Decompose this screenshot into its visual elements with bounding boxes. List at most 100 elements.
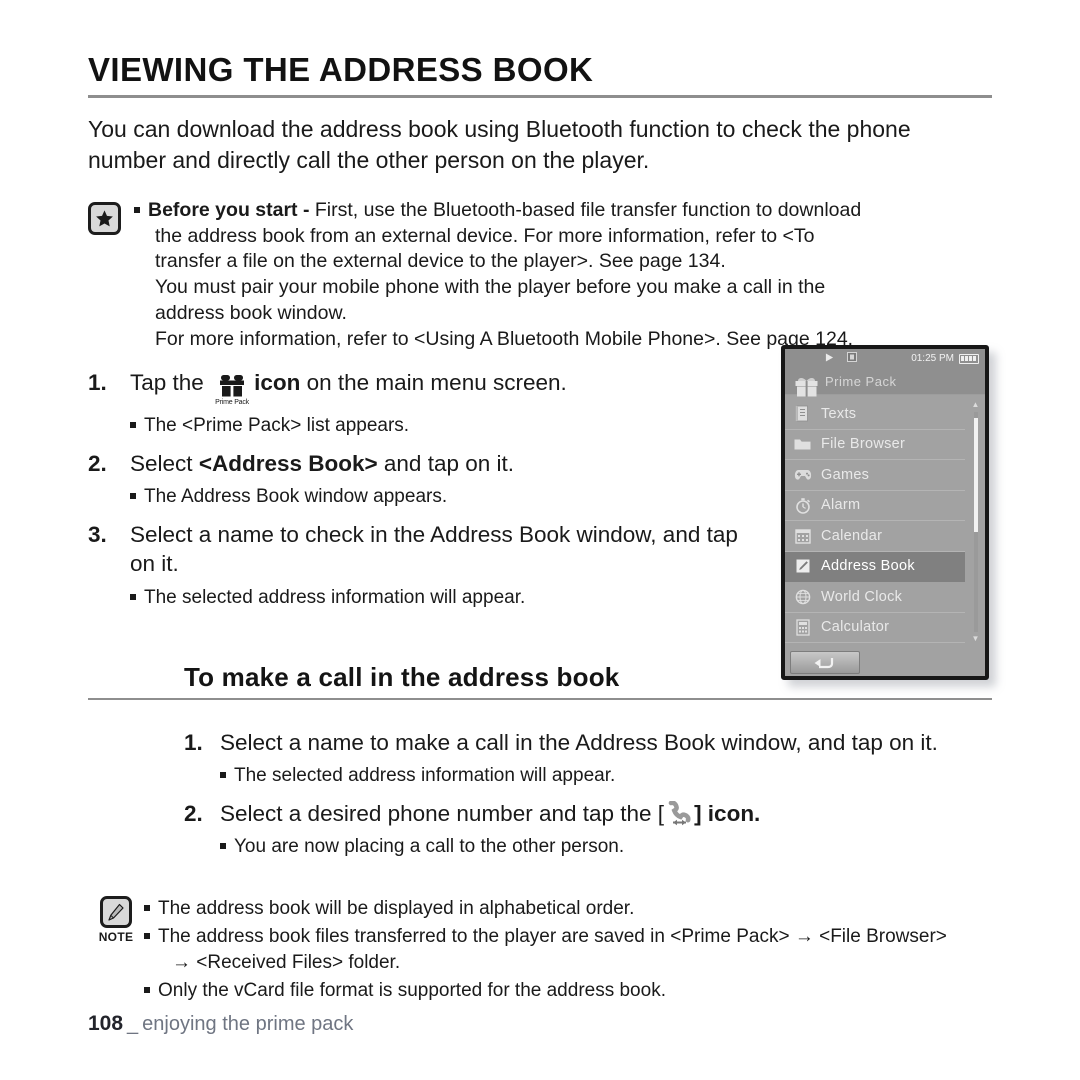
menu-item-games[interactable]: Games — [785, 460, 965, 491]
step-3-sub: The selected address information will ap… — [130, 586, 748, 611]
callout-text: Before you start - First, use the Blueto… — [134, 198, 992, 352]
note-line-1-text: The address book will be displayed in al… — [158, 898, 635, 919]
bullet-square — [144, 933, 150, 940]
menu-item-file-browser[interactable]: File Browser — [785, 430, 965, 460]
play-icon — [825, 352, 834, 365]
section2-step-2: 2. Select a desired phone number and tap… — [184, 799, 996, 828]
section2-divider — [88, 698, 992, 700]
menu-item-calculator[interactable]: Calculator — [785, 613, 965, 643]
scrollbar-track[interactable] — [973, 412, 978, 632]
menu-item-calendar[interactable]: Calendar — [785, 521, 965, 552]
callout-line-5: address book window. — [155, 301, 347, 324]
phone-call-icon — [664, 800, 694, 827]
section2-step-2-number: 2. — [184, 800, 203, 826]
caret-up-icon[interactable]: ▲ — [972, 401, 980, 409]
device-scrollbar[interactable]: ▲ ▼ — [971, 401, 980, 643]
step-2-text: Select <Address Book> and tap on it. — [130, 449, 748, 478]
manual-page: VIEWING THE ADDRESS BOOK You can downloa… — [0, 0, 1080, 1080]
step-3: 3. Select a name to check in the Address… — [88, 520, 748, 579]
caret-down-icon[interactable]: ▼ — [972, 635, 980, 643]
step-1-text-tail: on the main menu screen. — [306, 370, 567, 396]
note-pencil-icon — [100, 896, 132, 928]
section2-steps: 1. Select a name to make a call in the A… — [184, 718, 996, 860]
menu-item-texts[interactable]: Texts — [785, 399, 965, 430]
note-line-2: The address book files transferred to th… — [144, 924, 994, 975]
footer-separator: _ — [127, 1013, 139, 1035]
folder-icon — [793, 435, 812, 454]
addressbook-icon — [793, 557, 812, 576]
note-block: NOTE The address book will be displayed … — [88, 896, 994, 1006]
step-2-sub-text: The Address Book window appears. — [144, 486, 448, 508]
section2-step-1-text: Select a name to make a call in the Addr… — [220, 730, 938, 755]
footer-section-name: enjoying the prime pack — [142, 1013, 354, 1035]
step-2-sub: The Address Book window appears. — [130, 485, 748, 510]
section2-step-2-sub: You are now placing a call to the other … — [220, 835, 996, 860]
note-line-2-continuation: → <Received Files> folder. — [172, 951, 401, 973]
calculator-icon — [793, 618, 812, 637]
bullet-square — [130, 593, 136, 600]
menu-item-label: Address Book — [821, 558, 915, 575]
document-icon — [793, 404, 812, 423]
status-left-group — [825, 352, 857, 365]
menu-item-address-book[interactable]: Address Book — [785, 551, 965, 582]
step-1: 1. Tap the Prime Pack icon on the main m… — [88, 368, 748, 407]
status-time: 01:25 PM — [911, 353, 954, 364]
section2-step-2-text-after: ] icon. — [694, 800, 761, 826]
battery-icon — [959, 353, 979, 364]
menu-item-label: Calculator — [821, 619, 890, 636]
menu-item-label: Alarm — [821, 497, 861, 514]
step-1-text: Tap the Prime Pack icon on the main menu… — [130, 368, 748, 407]
callout-line-4: You must pair your mobile phone with the… — [155, 276, 826, 299]
menu-item-world-clock[interactable]: World Clock — [785, 582, 965, 613]
section2-step-2-sub-text: You are now placing a call to the other … — [234, 836, 625, 858]
globe-icon — [793, 587, 812, 606]
prime-pack-icon-label: Prime Pack — [215, 399, 249, 407]
callout-line-1: Before you start - First, use the Blueto… — [134, 198, 992, 224]
step-3-number: 3. — [88, 522, 107, 548]
gamepad-icon — [793, 465, 812, 484]
note-line-2-text: The address book files transferred to th… — [158, 924, 947, 975]
note-line-2-main: The address book files transferred to th… — [158, 926, 947, 948]
device-status-bar: 01:25 PM — [785, 349, 985, 368]
section2-step-1-sub: The selected address information will ap… — [220, 764, 996, 789]
device-header-title: Prime Pack — [825, 373, 897, 389]
section2-step-1-number: 1. — [184, 730, 203, 755]
step-2: 2. Select <Address Book> and tap on it. — [88, 449, 748, 478]
status-badge-icon — [847, 352, 857, 365]
step-2-text-before: Select — [130, 451, 193, 477]
callout-line-3: transfer a file on the external device t… — [155, 250, 726, 273]
step-2-number: 2. — [88, 451, 107, 477]
device-mockup: 01:25 PM Prime Pack Texts File Browser G… — [781, 345, 989, 680]
note-line-1: The address book will be displayed in al… — [144, 896, 994, 921]
section2-title: To make a call in the address book — [184, 662, 620, 692]
step-1-text-before: Tap the — [130, 370, 204, 396]
device-menu-list: Texts File Browser Games Alarm Calendar … — [785, 395, 985, 649]
step-3-sub-text: The selected address information will ap… — [144, 586, 526, 608]
title-divider — [88, 95, 992, 99]
step-1-sub: The <Prime Pack> list appears. — [130, 414, 748, 439]
status-right-group: 01:25 PM — [911, 353, 979, 364]
section2-step-2-text-before: Select a desired phone number and tap th… — [220, 800, 665, 826]
callout-lead-label: Before you start - — [148, 199, 310, 222]
step-2-bold-target: <Address Book> — [198, 451, 378, 477]
step-2-text-after: and tap on it. — [383, 451, 515, 477]
before-you-start-callout: Before you start - First, use the Blueto… — [88, 198, 992, 352]
calendar-icon — [793, 526, 812, 545]
step-1-number: 1. — [88, 370, 107, 396]
bullet-square — [134, 207, 140, 214]
section2-step-1-sub-text: The selected address information will ap… — [234, 765, 616, 787]
footer-page-number: 108 — [88, 1012, 124, 1035]
menu-item-alarm[interactable]: Alarm — [785, 491, 965, 521]
note-icon-column: NOTE — [88, 896, 144, 1006]
callout-line-1-text: First, use the Bluetooth-based file tran… — [314, 199, 862, 222]
section2-heading-wrap: To make a call in the address book — [88, 662, 992, 700]
device-header: Prime Pack — [785, 368, 985, 397]
bullet-square — [220, 772, 226, 779]
bullet-square — [130, 422, 136, 429]
bullet-square — [144, 986, 150, 993]
scrollbar-thumb[interactable] — [973, 418, 978, 533]
star-icon — [88, 202, 121, 236]
section2-step-2-text: Select a desired phone number and tap th… — [220, 799, 996, 828]
page-footer: 108 _ enjoying the prime pack — [88, 1012, 353, 1036]
note-label: NOTE — [98, 930, 134, 944]
